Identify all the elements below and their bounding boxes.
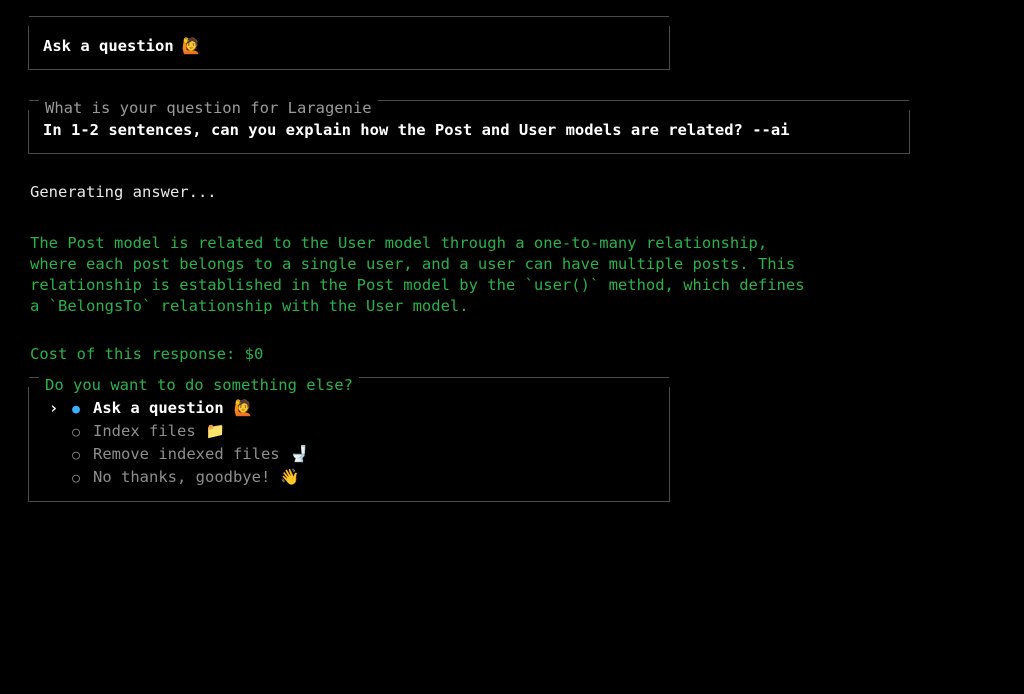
radio-unselected-icon	[69, 444, 83, 465]
menu-item-label: Index files	[93, 421, 196, 442]
question-input-box: What is your question for Laragenie In 1…	[28, 110, 910, 154]
caret-icon: ›	[49, 398, 59, 419]
status-line: Generating answer...	[30, 182, 994, 203]
menu-item-no-thanks-goodbye[interactable]: No thanks, goodbye! 👋	[49, 466, 655, 489]
radio-unselected-icon	[69, 421, 83, 442]
menu-item-remove-indexed-files[interactable]: Remove indexed files 🚽	[49, 443, 655, 466]
answer-text: The Post model is related to the User mo…	[30, 233, 810, 317]
menu-item-emoji-icon: 🚽	[290, 444, 309, 465]
followup-menu-label: Do you want to do something else?	[39, 375, 359, 396]
cost-line: Cost of this response: $0	[30, 344, 994, 365]
ask-question-box: Ask a question 🙋	[28, 26, 670, 70]
menu-item-label: No thanks, goodbye!	[93, 467, 270, 488]
terminal-screen: Ask a question 🙋 What is your question f…	[0, 0, 1024, 694]
question-prompt-label: What is your question for Laragenie	[39, 98, 378, 119]
followup-menu: Do you want to do something else? ›Ask a…	[28, 387, 670, 502]
radio-unselected-icon	[69, 467, 83, 488]
menu-item-emoji-icon: 🙋	[234, 398, 253, 419]
menu-item-ask-a-question[interactable]: › Ask a question 🙋	[49, 397, 655, 420]
menu-item-label: Remove indexed files	[93, 444, 280, 465]
menu-item-index-files[interactable]: Index files 📁	[49, 420, 655, 443]
question-input[interactable]: In 1-2 sentences, can you explain how th…	[43, 121, 790, 139]
raising-hand-icon: 🙋	[182, 36, 201, 57]
radio-selected-icon	[69, 398, 83, 419]
menu-item-emoji-icon: 👋	[280, 467, 299, 488]
menu-item-emoji-icon: 📁	[206, 421, 225, 442]
menu-item-label: Ask a question	[93, 398, 224, 419]
ask-question-label: Ask a question	[43, 36, 174, 57]
